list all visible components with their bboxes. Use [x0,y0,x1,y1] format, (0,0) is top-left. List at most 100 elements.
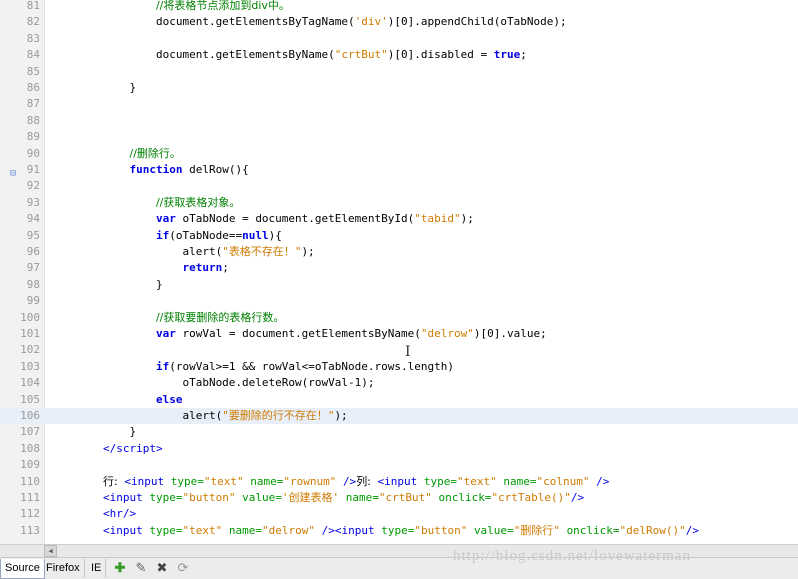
code-line[interactable]: 93 //获取表格对象。 [0,195,798,211]
code-editor[interactable]: ⊟ 81 //将表格节点添加到div中。 82 document.getEleme… [0,0,798,544]
code-text: 行: <input type="text" name="rownum" />列:… [102,474,610,488]
code-line[interactable]: 104 oTabNode.deleteRow(rowVal-1); [0,375,798,391]
line-number: 102 [20,343,40,357]
code-text: //删除行。 [129,146,181,160]
line-number: 104 [20,376,40,390]
code-line[interactable]: 101 var rowVal = document.getElementsByN… [0,326,798,342]
line-number: 88 [26,113,40,127]
line-number: 87 [26,97,40,111]
code-line[interactable]: 85 [0,64,798,80]
tab-ie[interactable]: IE [87,559,107,578]
code-line[interactable]: 92 [0,178,798,194]
code-line[interactable]: 82 document.getElementsByTagName('div')[… [0,14,798,30]
line-number: 84 [26,48,40,62]
line-number: 86 [26,81,40,94]
watermark: http://blog.csdn.net/lovewaterman [453,548,691,564]
line-number: 111 [20,491,40,504]
tab-source[interactable]: Source [0,559,45,579]
code-line[interactable]: 111 <input type="button" value='创建表格' na… [0,490,798,506]
line-number: 105 [20,392,40,406]
line-number: 89 [26,130,40,144]
line-number: 100 [20,310,40,324]
code-line[interactable]: 100 //获取要删除的表格行数。 [0,310,798,326]
refresh-icon[interactable]: ⟳ [175,560,191,576]
code-text: alert("要删除的行不存在！"); [50,409,348,422]
code-text: else [155,392,183,406]
code-line[interactable]: 110 行: <input type="text" name="rownum" … [0,474,798,490]
code-line[interactable]: 87 [0,96,798,112]
code-text: //获取表格对象。 [155,195,241,209]
code-text: document.getElementsByTagName('div')[0].… [50,15,567,29]
code-line[interactable]: 97 return; [0,260,798,276]
line-number: 110 [20,474,40,488]
code-line[interactable]: 108 </script> [0,441,798,457]
code-line[interactable]: 84 document.getElementsByName("crtBut")[… [0,47,798,63]
line-number: 98 [26,277,40,291]
code-text: <input type="button" value='创建表格' name="… [102,491,585,504]
code-line[interactable]: 103 if(rowVal>=1 && rowVal<=oTabNode.row… [0,359,798,375]
code-text: } [50,81,137,94]
scroll-left-icon[interactable]: ◀ [44,545,57,557]
code-line[interactable]: 105 else [0,392,798,408]
line-number: 95 [26,228,40,242]
line-number: 97 [26,261,40,275]
line-number: 113 [20,523,40,537]
delete-icon[interactable]: ✖ [154,560,170,576]
code-line[interactable]: 88 [0,113,798,129]
code-line[interactable]: 106 alert("要删除的行不存在！"); [0,408,798,425]
code-text: </script> [102,441,163,455]
code-line[interactable]: 113 <input type="text" name="delrow" /><… [0,523,798,539]
line-number: 94 [26,212,40,226]
code-text: return; [182,261,229,275]
code-text: //将表格节点添加到div中。 [155,0,290,12]
code-line[interactable]: 89 [0,129,798,145]
code-text: } [50,277,163,291]
line-number: 103 [20,359,40,373]
line-number: 109 [20,458,40,472]
line-number: 82 [26,15,40,29]
code-text: } [50,425,137,439]
code-line[interactable]: 112 <hr/> [0,506,798,522]
line-number: 90 [26,146,40,160]
line-number: 99 [26,294,40,308]
code-text: oTabNode.deleteRow(rowVal-1); [50,376,375,390]
code-line[interactable]: 83 [0,31,798,47]
code-text: function delRow(){ [129,163,249,176]
add-icon[interactable]: ✚ [112,560,128,576]
code-text: if(rowVal>=1 && rowVal<=oTabNode.rows.le… [155,359,454,373]
line-number: 106 [20,409,40,422]
line-number: 96 [26,245,40,258]
code-line[interactable]: 91 function delRow(){ [0,162,798,178]
text-cursor-icon: I [405,344,411,360]
tab-firefox[interactable]: Firefox [42,559,85,578]
line-number: 108 [20,441,40,455]
code-line[interactable]: 109 [0,457,798,473]
line-number: 92 [26,179,40,193]
code-line[interactable]: 81 //将表格节点添加到div中。 [0,0,798,14]
line-number: 83 [26,31,40,45]
line-number: 101 [20,327,40,340]
line-number: 107 [20,425,40,439]
code-text: var rowVal = document.getElementsByName(… [155,327,547,340]
line-number: 112 [20,507,40,521]
line-number: 93 [26,195,40,209]
code-line[interactable]: 86 } [0,80,798,96]
code-line[interactable]: 102 [0,342,798,358]
edit-icon[interactable]: ✎ [133,560,149,576]
line-number: 81 [26,0,40,12]
line-number: 85 [26,64,40,78]
code-line[interactable]: 96 alert("表格不存在！"); [0,244,798,260]
code-line[interactable]: 107 } [0,424,798,440]
line-number: 91 [26,163,40,176]
code-line[interactable]: 99 [0,293,798,309]
code-line[interactable]: 95 if(oTabNode==null){ [0,228,798,244]
code-text: var oTabNode = document.getElementById("… [155,212,474,226]
code-text: alert("表格不存在！"); [50,245,315,258]
code-text: if(oTabNode==null){ [155,228,282,242]
code-text: <input type="text" name="delrow" /><inpu… [102,523,700,537]
code-text: <hr/> [102,507,137,521]
code-line[interactable]: 90 //删除行。 [0,146,798,162]
code-text: //获取要删除的表格行数。 [155,310,285,324]
code-line[interactable]: 94 var oTabNode = document.getElementByI… [0,211,798,227]
code-line[interactable]: 98 } [0,277,798,293]
